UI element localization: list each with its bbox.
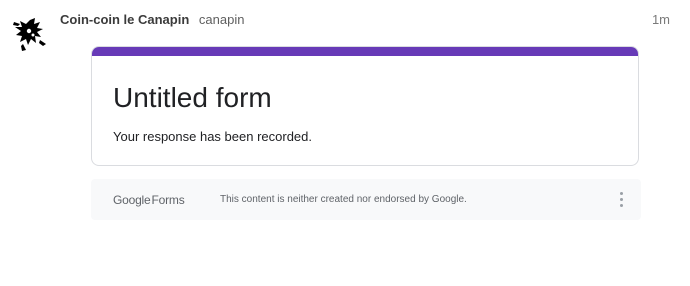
form-footer: GoogleForms This content is neither crea… [91,179,641,220]
menu-dot [619,192,623,195]
form-confirmation-message: Your response has been recorded. [113,129,312,144]
form-accent-bar [92,47,638,56]
more-vert-icon[interactable] [615,191,627,209]
forms-wordmark: Forms [151,193,185,207]
post-timestamp[interactable]: 1m [652,11,670,29]
google-forms-logo[interactable]: GoogleForms [113,191,185,209]
author-handle[interactable]: canapin [199,12,245,27]
post: Coin-coin le Canapin canapin 1m Untitled… [0,0,690,286]
abstract-figure-icon [13,18,46,51]
menu-dot [619,204,623,207]
google-wordmark: Google [113,193,151,207]
avatar[interactable] [10,14,50,54]
disclaimer-text: This content is neither created nor endo… [220,194,467,205]
form-title: Untitled form [113,82,272,113]
author-name[interactable]: Coin-coin le Canapin [60,12,189,27]
menu-dot [619,198,623,201]
post-header: Coin-coin le Canapin canapin [60,11,244,29]
form-card: Untitled form Your response has been rec… [91,46,639,166]
